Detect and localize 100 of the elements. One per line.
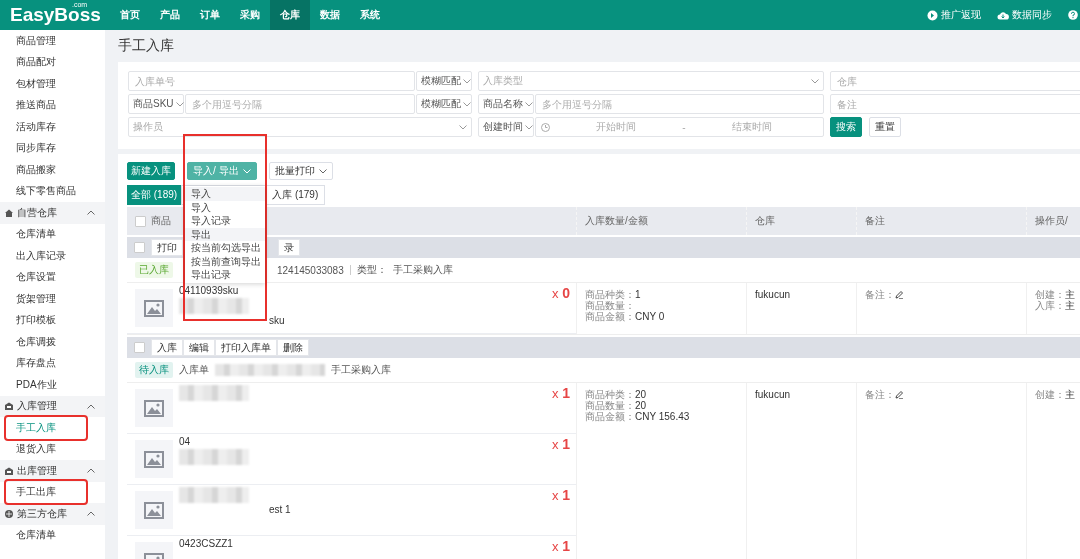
image-icon <box>144 399 164 417</box>
nav-tab[interactable]: 仓库 <box>270 0 310 30</box>
sidebar-item[interactable]: 商品配对 <box>16 52 56 73</box>
sidebar-item[interactable]: 同步库存 <box>16 138 56 159</box>
sidebar-item[interactable]: 商品管理 <box>16 30 56 51</box>
header-link[interactable]: 推广返现 <box>927 8 981 22</box>
field-type-select[interactable]: 商品SKU <box>128 94 184 114</box>
match-select[interactable]: 模糊匹配 <box>416 94 472 114</box>
sidebar-item[interactable]: 货架管理 <box>16 288 56 309</box>
text-field[interactable]: 仓库 <box>830 71 1080 91</box>
text-field[interactable]: 入库单号 <box>128 71 415 91</box>
sidebar-item[interactable]: 仓库清单 <box>16 224 56 245</box>
sidebar-group[interactable]: 入库管理 <box>0 395 105 417</box>
column-header: 备注 <box>865 214 885 228</box>
action-button[interactable]: 删除 <box>277 339 309 356</box>
text-field[interactable]: 备注 <box>830 94 1080 114</box>
sidebar-item[interactable]: 线下零售商品 <box>16 181 76 202</box>
sku-code: 04 <box>179 436 192 448</box>
nav-tab[interactable]: 采购 <box>230 0 270 30</box>
quantity: x 1 <box>552 538 570 554</box>
chevron-down-icon <box>318 168 327 174</box>
column-header: 入库数量/金额 <box>585 214 648 228</box>
sidebar-item[interactable]: 退货入库 <box>16 439 56 460</box>
sidebar-item[interactable]: 商品搬家 <box>16 159 56 180</box>
chevron-down-icon <box>463 101 471 107</box>
chevron-up-icon <box>87 468 95 474</box>
house-icon <box>5 208 13 217</box>
create-button[interactable]: 新建入库 <box>127 162 175 180</box>
sidebar-group[interactable]: 自营仓库 <box>0 202 105 224</box>
checkbox[interactable] <box>134 242 145 253</box>
operator-label: 入库： <box>1035 300 1065 311</box>
chevron-down-icon <box>459 124 467 130</box>
text-field[interactable]: 多个用逗号分隔 <box>535 94 824 114</box>
pencil-icon[interactable] <box>895 290 904 299</box>
warehouse-name: fukucun <box>755 389 792 400</box>
menu-item[interactable]: 导出记录 <box>185 268 265 282</box>
type-label: 类型： <box>356 263 387 277</box>
field-type-select[interactable]: 创建时间 <box>478 117 534 137</box>
filter-tab[interactable]: 全部 (189) <box>127 185 182 205</box>
product-text: sku <box>269 315 286 327</box>
text-field[interactable]: 多个用逗号分隔 <box>185 94 415 114</box>
sidebar-item[interactable]: 库存盘点 <box>16 353 56 374</box>
nav-tab[interactable]: 数据 <box>310 0 350 30</box>
match-select[interactable]: 模糊匹配 <box>416 71 472 91</box>
stat-label: 商品种类： <box>585 289 635 300</box>
nav-tab[interactable]: 首页 <box>110 0 150 30</box>
image-icon <box>144 501 164 519</box>
sidebar-item[interactable]: 出入库记录 <box>16 245 66 266</box>
reset-button[interactable]: 重置 <box>869 117 901 137</box>
menu-item[interactable]: 按当前查询导出 <box>185 254 265 268</box>
checkbox[interactable] <box>134 342 145 353</box>
dropdown-button[interactable]: 批量打印 <box>268 162 333 180</box>
sidebar-item[interactable]: 仓库清单 <box>16 525 56 546</box>
quantity: x 1 <box>552 385 570 401</box>
chevron-up-icon <box>87 403 95 409</box>
status-tag: 待入库 <box>135 362 173 378</box>
menu-item[interactable]: 导入 <box>185 187 265 201</box>
stat-value: 20 <box>635 389 647 400</box>
sidebar-item[interactable]: 仓库调拨 <box>16 331 56 352</box>
stat-value: CNY 0 <box>635 311 665 322</box>
search-button[interactable]: 搜索 <box>830 117 862 137</box>
help-icon[interactable] <box>1068 10 1078 20</box>
cloud-icon <box>997 10 1009 20</box>
sidebar-item[interactable]: 推送商品 <box>16 95 56 116</box>
action-button[interactable]: 编辑 <box>183 339 215 356</box>
sidebar-item[interactable]: 手工出库 <box>6 481 86 504</box>
stat-value: 20 <box>635 400 647 411</box>
chevron-down-icon <box>525 101 533 107</box>
stat-label: 商品数量： <box>585 300 635 311</box>
play-circle-icon <box>927 9 938 21</box>
nav-tab[interactable]: 订单 <box>190 0 230 30</box>
menu-item[interactable]: 按当前勾选导出 <box>185 241 265 255</box>
action-button[interactable]: 打印 <box>151 239 183 256</box>
sidebar-item[interactable]: 手工入库 <box>6 416 86 439</box>
column-header: 操作员/ <box>1035 214 1068 228</box>
status-tag: 已入库 <box>135 262 173 278</box>
header-link[interactable]: 数据同步 <box>997 8 1052 22</box>
action-button[interactable]: 入库 <box>151 339 183 356</box>
warehouse-name: fukucun <box>755 289 792 300</box>
menu-item[interactable]: 导出 <box>185 227 265 241</box>
sidebar-item[interactable]: 包材管理 <box>16 73 56 94</box>
sidebar-item[interactable]: 打印模板 <box>16 310 56 331</box>
sidebar-item[interactable]: 仓库设置 <box>16 267 56 288</box>
stat-label: 商品金额： <box>585 311 635 322</box>
nav-tab[interactable]: 产品 <box>150 0 190 30</box>
sidebar-item[interactable]: 活动库存 <box>16 116 56 137</box>
nav-tab[interactable]: 系统 <box>350 0 390 30</box>
sidebar-group[interactable]: 第三方仓库 <box>0 503 105 525</box>
chevron-down-icon <box>175 101 184 107</box>
action-button[interactable]: 打印入库单 <box>215 339 277 356</box>
pencil-icon[interactable] <box>895 390 904 399</box>
menu-item[interactable]: 导入记录 <box>185 214 265 228</box>
chevron-down-icon <box>463 78 471 84</box>
sku-code: 0423CSZZ1 <box>179 538 234 550</box>
checkbox[interactable] <box>135 215 146 227</box>
sidebar-group[interactable]: 出库管理 <box>0 460 105 482</box>
order-number: 124145033083 <box>277 264 344 276</box>
field-type-select[interactable]: 商品名称 <box>478 94 534 114</box>
sidebar-item[interactable]: PDA作业 <box>16 374 57 395</box>
action-button[interactable]: 录 <box>278 239 300 256</box>
